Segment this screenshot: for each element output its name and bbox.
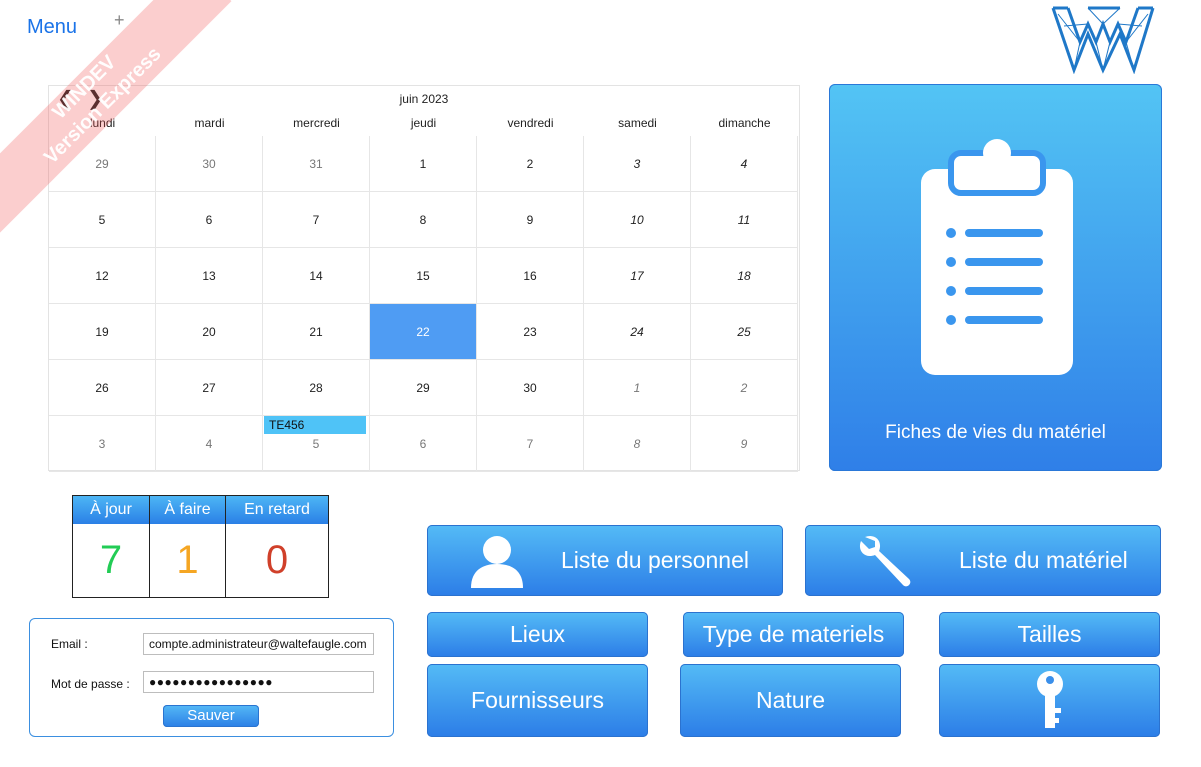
calendar-day[interactable]: 27 (156, 360, 263, 416)
password-label: Mot de passe : (51, 677, 130, 691)
weekday-header: jeudi (410, 116, 437, 130)
calendar-day[interactable]: 20 (156, 304, 263, 360)
lieux-button[interactable]: Lieux (427, 612, 648, 657)
email-label: Email : (51, 637, 88, 651)
calendar-day[interactable]: 14 (263, 248, 370, 304)
clipboard-icon (921, 139, 1073, 375)
calendar-day[interactable]: 26 (49, 360, 156, 416)
calendar-day[interactable]: 17 (584, 248, 691, 304)
tile-label: Fiches de vies du matériel (885, 422, 1106, 443)
status-value-a-faire: 1 (150, 524, 226, 597)
menu-link[interactable]: Menu (27, 16, 77, 39)
liste-personnel-button[interactable]: Liste du personnel (427, 525, 783, 596)
liste-materiel-button[interactable]: Liste du matériel (805, 525, 1161, 596)
weekday-header: mercredi (293, 116, 340, 130)
login-panel: Email : compte.administrateur@waltefaugl… (29, 618, 394, 737)
tailles-button[interactable]: Tailles (939, 612, 1160, 657)
calendar-day[interactable]: 11 (691, 192, 798, 248)
plus-icon[interactable]: + (114, 10, 125, 31)
calendar-day[interactable]: 13 (156, 248, 263, 304)
calendar-day[interactable]: 1 (370, 136, 477, 192)
calendar-day[interactable]: 15 (370, 248, 477, 304)
calendar-day[interactable]: 21 (263, 304, 370, 360)
calendar-day[interactable]: 6 (370, 416, 477, 472)
liste-materiel-label: Liste du matériel (959, 547, 1128, 573)
calendar-day[interactable]: 4 (691, 136, 798, 192)
calendar-day[interactable]: 18 (691, 248, 798, 304)
user-icon (471, 536, 523, 588)
weekday-header: lundi (89, 116, 116, 130)
email-field[interactable]: compte.administrateur@waltefaugle.com (143, 633, 374, 655)
windev-logo (1051, 6, 1155, 74)
calendar-title: juin 2023 (399, 92, 449, 106)
calendar-day[interactable]: 24 (584, 304, 691, 360)
calendar-grid: 29 30 31 1 2 3 4 5 6 7 8 9 10 11 12 13 14 15 16 17 18 19 20 21 2… (49, 136, 799, 472)
calendar-day[interactable]: 25 (691, 304, 798, 360)
save-button[interactable]: Sauver (163, 705, 259, 727)
calendar-event[interactable]: TE456 (264, 416, 366, 434)
calendar-day[interactable]: 3 (49, 416, 156, 472)
weekday-header: vendredi (507, 116, 554, 130)
calendar-day[interactable]: 29 (370, 360, 477, 416)
calendar-day[interactable]: 10 (584, 192, 691, 248)
status-header-a-jour: À jour (73, 496, 150, 524)
weekday-header: dimanche (718, 116, 771, 130)
wrench-icon (859, 535, 911, 587)
status-table: À jour À faire En retard 7 1 0 (72, 495, 329, 598)
nature-button[interactable]: Nature (680, 664, 901, 737)
calendar-day[interactable]: 5 (49, 192, 156, 248)
calendar-day[interactable]: 23 (477, 304, 584, 360)
calendar-day[interactable]: 9 (477, 192, 584, 248)
calendar-day[interactable]: 16 (477, 248, 584, 304)
calendar-day[interactable]: 2 (691, 360, 798, 416)
calendar-day[interactable]: 30 (156, 136, 263, 192)
fournisseurs-button[interactable]: Fournisseurs (427, 664, 648, 737)
calendar-day[interactable]: 29 (49, 136, 156, 192)
calendar-day[interactable]: 1 (584, 360, 691, 416)
calendar-day[interactable]: 19 (49, 304, 156, 360)
fiches-de-vie-tile[interactable]: Fiches de vies du matériel (829, 84, 1162, 471)
calendar-day[interactable]: 30 (477, 360, 584, 416)
weekday-header: samedi (618, 116, 657, 130)
calendar-day[interactable]: 7 (477, 416, 584, 472)
calendar-day[interactable]: 22 (370, 304, 477, 360)
calendar-day[interactable]: 9 (691, 416, 798, 472)
calendar-day[interactable]: 8 (584, 416, 691, 472)
type-materiels-button[interactable]: Type de materiels (683, 612, 904, 657)
password-field[interactable]: ●●●●●●●●●●●●●●●● (143, 671, 374, 693)
calendar-day[interactable]: 2 (477, 136, 584, 192)
key-button[interactable] (939, 664, 1160, 737)
calendar: ❮ ❯ juin 2023 lundi mardi mercredi jeudi… (48, 85, 800, 472)
calendar-day[interactable]: 12 (49, 248, 156, 304)
liste-personnel-label: Liste du personnel (561, 547, 749, 573)
calendar-day[interactable]: 3 (584, 136, 691, 192)
status-value-a-jour: 7 (73, 524, 150, 597)
calendar-day[interactable]: 7 (263, 192, 370, 248)
status-value-en-retard: 0 (265, 538, 289, 582)
calendar-day[interactable]: 28 (263, 360, 370, 416)
calendar-day[interactable]: 6 (156, 192, 263, 248)
calendar-day[interactable]: 31 (263, 136, 370, 192)
status-header-a-faire: À faire (150, 496, 226, 524)
status-header-en-retard: En retard (226, 496, 328, 524)
weekday-header: mardi (194, 116, 225, 130)
key-icon (1037, 671, 1063, 728)
calendar-day[interactable]: 8 (370, 192, 477, 248)
calendar-day[interactable]: 4 (156, 416, 263, 472)
